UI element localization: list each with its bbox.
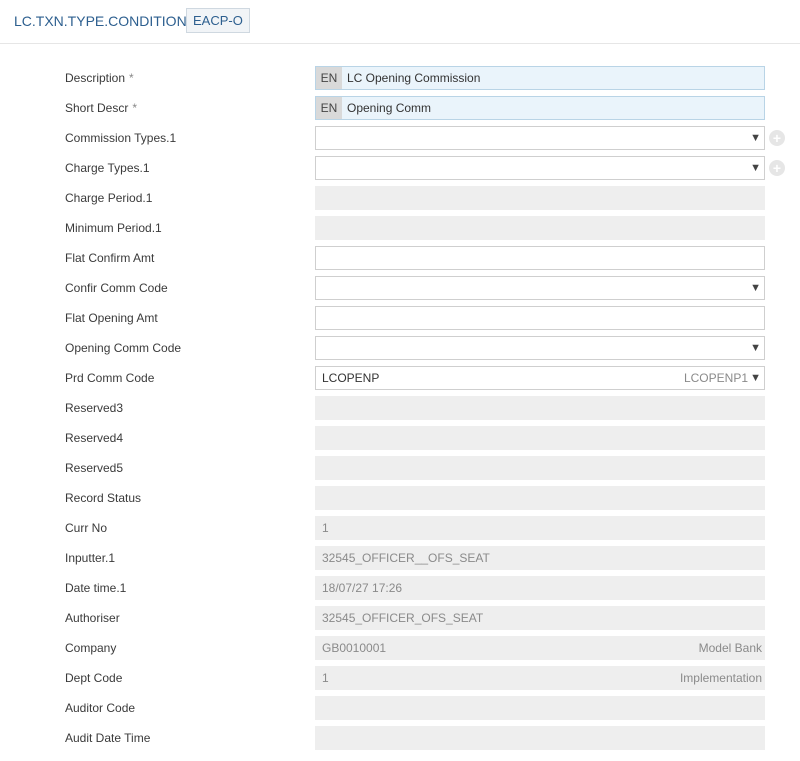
charge-period-label: Charge Period.1	[65, 191, 153, 205]
row-flat-confirm-amt: Flat Confirm Amt	[0, 243, 800, 273]
audit-date-time-label: Audit Date Time	[65, 731, 151, 745]
prd-comm-code-label: Prd Comm Code	[65, 371, 155, 385]
company-value: GB0010001	[322, 641, 387, 655]
reserved4-label: Reserved4	[65, 431, 124, 445]
inputter-value: 32545_OFFICER__OFS_SEAT	[322, 551, 490, 565]
opening-comm-code-select[interactable]: ▼	[315, 336, 765, 360]
dept-code-value: 1	[322, 671, 329, 685]
date-time-field: 18/07/27 17:26	[315, 576, 765, 600]
row-reserved5: Reserved5	[0, 453, 800, 483]
charge-types-select[interactable]: ▼	[315, 156, 765, 180]
inputter-label: Inputter.1	[65, 551, 116, 565]
confir-comm-code-label: Confir Comm Code	[65, 281, 168, 295]
flat-confirm-amt-label: Flat Confirm Amt	[65, 251, 155, 265]
flat-opening-amt-label: Flat Opening Amt	[65, 311, 158, 325]
row-short-descr: Short Descr * EN Opening Comm	[0, 93, 800, 123]
add-commission-type-button[interactable]: +	[769, 130, 785, 146]
short-descr-value: Opening Comm	[347, 101, 432, 115]
row-minimum-period: Minimum Period.1	[0, 213, 800, 243]
audit-date-time-field	[315, 726, 765, 750]
reserved3-field	[315, 396, 765, 420]
chevron-down-icon[interactable]: ▼	[750, 367, 761, 389]
row-flat-opening-amt: Flat Opening Amt	[0, 303, 800, 333]
chevron-down-icon[interactable]: ▼	[750, 277, 761, 299]
auditor-code-label: Auditor Code	[65, 701, 136, 715]
short-descr-label: Short Descr *	[65, 101, 138, 115]
row-date-time: Date time.1 18/07/27 17:26	[0, 573, 800, 603]
add-charge-type-button[interactable]: +	[769, 160, 785, 176]
prd-comm-code-value: LCOPENP	[322, 371, 380, 385]
row-auditor-code: Auditor Code	[0, 693, 800, 723]
date-time-label: Date time.1	[65, 581, 127, 595]
flat-opening-amt-input[interactable]	[315, 306, 765, 330]
authoriser-value: 32545_OFFICER_OFS_SEAT	[322, 611, 484, 625]
date-time-value: 18/07/27 17:26	[322, 581, 403, 595]
company-description: Model Bank	[698, 641, 762, 655]
row-reserved4: Reserved4	[0, 423, 800, 453]
charge-types-label: Charge Types.1	[65, 161, 150, 175]
flat-confirm-amt-input[interactable]	[315, 246, 765, 270]
row-audit-date-time: Audit Date Time	[0, 723, 800, 753]
minimum-period-field	[315, 216, 765, 240]
charge-period-field	[315, 186, 765, 210]
description-input[interactable]: EN LC Opening Commission	[315, 66, 765, 90]
inputter-field: 32545_OFFICER__OFS_SEAT	[315, 546, 765, 570]
confir-comm-code-select[interactable]: ▼	[315, 276, 765, 300]
dept-code-field: 1 Implementation	[315, 666, 765, 690]
prd-comm-code-description: LCOPENP1	[683, 371, 748, 385]
curr-no-field: 1	[315, 516, 765, 540]
row-commission-types: Commission Types.1 ▼ +	[0, 123, 800, 153]
page-header: LC.TXN.TYPE.CONDITION EACP-O	[0, 0, 800, 44]
row-confir-comm-code: Confir Comm Code ▼	[0, 273, 800, 303]
description-label: Description *	[65, 71, 134, 85]
minimum-period-label: Minimum Period.1	[65, 221, 162, 235]
row-dept-code: Dept Code 1 Implementation	[0, 663, 800, 693]
row-curr-no: Curr No 1	[0, 513, 800, 543]
opening-comm-code-label: Opening Comm Code	[65, 341, 182, 355]
company-field: GB0010001 Model Bank	[315, 636, 765, 660]
reserved5-field	[315, 456, 765, 480]
row-charge-types: Charge Types.1 ▼ +	[0, 153, 800, 183]
authoriser-field: 32545_OFFICER_OFS_SEAT	[315, 606, 765, 630]
page-title: LC.TXN.TYPE.CONDITION	[14, 13, 187, 29]
row-inputter: Inputter.1 32545_OFFICER__OFS_SEAT	[0, 543, 800, 573]
commission-types-label: Commission Types.1	[65, 131, 177, 145]
prd-comm-code-select[interactable]: LCOPENP LCOPENP1 ▼	[315, 366, 765, 390]
row-authoriser: Authoriser 32545_OFFICER_OFS_SEAT	[0, 603, 800, 633]
curr-no-label: Curr No	[65, 521, 108, 535]
language-tag[interactable]: EN	[316, 97, 342, 119]
record-status-field	[315, 486, 765, 510]
dept-code-description: Implementation	[679, 671, 762, 685]
language-tag[interactable]: EN	[316, 67, 342, 89]
chevron-down-icon[interactable]: ▼	[750, 127, 761, 149]
row-company: Company GB0010001 Model Bank	[0, 633, 800, 663]
short-descr-input[interactable]: EN Opening Comm	[315, 96, 765, 120]
record-status-label: Record Status	[65, 491, 142, 505]
auditor-code-field	[315, 696, 765, 720]
authoriser-label: Authoriser	[65, 611, 120, 625]
commission-types-select[interactable]: ▼	[315, 126, 765, 150]
reserved5-label: Reserved5	[65, 461, 124, 475]
chevron-down-icon[interactable]: ▼	[750, 337, 761, 359]
reserved3-label: Reserved3	[65, 401, 124, 415]
description-value: LC Opening Commission	[347, 71, 481, 85]
row-charge-period: Charge Period.1	[0, 183, 800, 213]
dept-code-label: Dept Code	[65, 671, 123, 685]
curr-no-value: 1	[322, 521, 329, 535]
row-opening-comm-code: Opening Comm Code ▼	[0, 333, 800, 363]
row-description: Description * EN LC Opening Commission	[0, 63, 800, 93]
row-prd-comm-code: Prd Comm Code LCOPENP LCOPENP1 ▼	[0, 363, 800, 393]
chevron-down-icon[interactable]: ▼	[750, 157, 761, 179]
company-label: Company	[65, 641, 117, 655]
record-id-badge[interactable]: EACP-O	[186, 8, 250, 33]
row-reserved3: Reserved3	[0, 393, 800, 423]
row-record-status: Record Status	[0, 483, 800, 513]
reserved4-field	[315, 426, 765, 450]
